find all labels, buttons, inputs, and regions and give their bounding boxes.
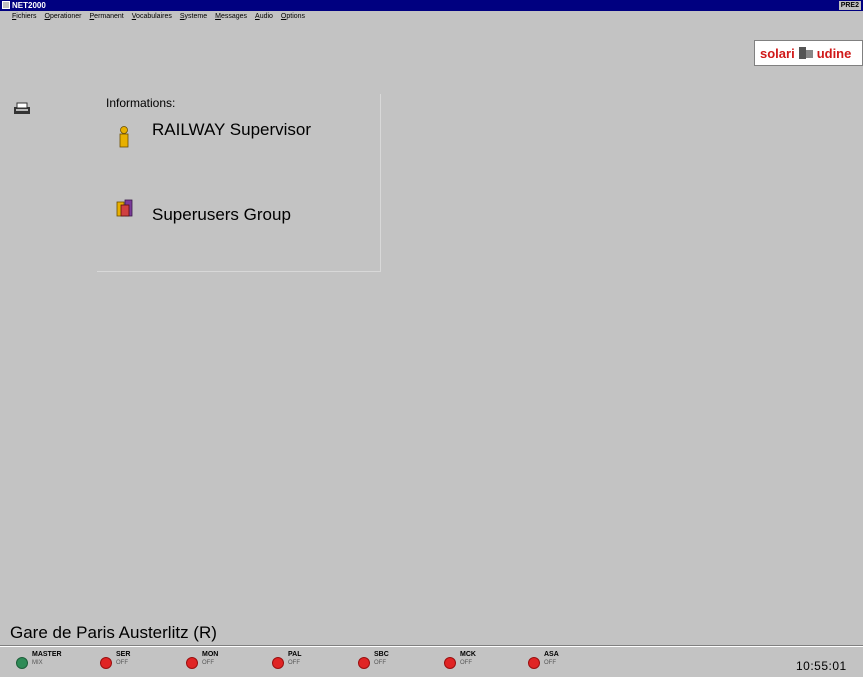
status-led-icon	[358, 657, 370, 669]
logo-text-right: udine	[816, 45, 852, 61]
menu-bar: Fichiers Operationer Permanent Vocabulai…	[0, 11, 863, 22]
group-icon	[116, 199, 134, 217]
user-name: RAILWAY Supervisor	[152, 120, 312, 139]
menu-permanent[interactable]: Permanent	[90, 11, 124, 22]
window-title: NET2000	[12, 1, 46, 10]
status-state: OFF	[288, 660, 300, 666]
status-state: OFF	[460, 660, 472, 666]
status-led-icon	[16, 657, 28, 669]
menu-vocabulaires[interactable]: Vocabulaires	[132, 11, 172, 22]
info-heading: Informations:	[106, 96, 176, 110]
menu-operationer[interactable]: Operationer	[45, 11, 82, 22]
title-bar: NET2000 PRE2	[0, 0, 863, 11]
status-led-icon	[100, 657, 112, 669]
window-control[interactable]: PRE2	[838, 1, 861, 10]
status-label: ASA	[544, 651, 559, 658]
app-icon[interactable]	[2, 1, 10, 9]
solari-logo-icon	[798, 46, 814, 60]
logo-text-left: solari	[760, 45, 795, 61]
status-led-icon	[444, 657, 456, 669]
status-state: OFF	[116, 660, 128, 666]
status-label: MASTER	[32, 651, 62, 658]
status-label: SER	[116, 651, 131, 658]
status-bar: MASTER MIX SER OFF MON OFF PAL OFF SBC O…	[0, 645, 863, 677]
menu-systeme[interactable]: Systeme	[180, 11, 207, 22]
status-label: MCK	[460, 651, 476, 658]
status-label: PAL	[288, 651, 302, 658]
phone-icon[interactable]	[12, 100, 32, 116]
status-state: OFF	[202, 660, 214, 666]
station-name: Gare de Paris Austerlitz (R)	[10, 623, 217, 642]
solari-logo: solari udine	[754, 40, 863, 66]
status-led-icon	[272, 657, 284, 669]
status-state: MIX	[32, 660, 43, 666]
status-label: SBC	[374, 651, 389, 658]
status-label: MON	[202, 651, 219, 658]
menu-messages[interactable]: Messages	[215, 11, 247, 22]
clock: 10:55:01	[796, 659, 847, 673]
menu-fichiers[interactable]: Fichiers	[12, 11, 37, 22]
status-state: OFF	[544, 660, 556, 666]
info-panel: Informations: RAILWAY Supervisor Superus…	[97, 94, 381, 272]
menu-options[interactable]: Options	[281, 11, 305, 22]
group-name: Superusers Group	[152, 205, 291, 224]
menu-audio[interactable]: Audio	[255, 11, 273, 22]
user-icon	[117, 126, 131, 148]
status-state: OFF	[374, 660, 386, 666]
status-led-icon	[528, 657, 540, 669]
status-led-icon	[186, 657, 198, 669]
